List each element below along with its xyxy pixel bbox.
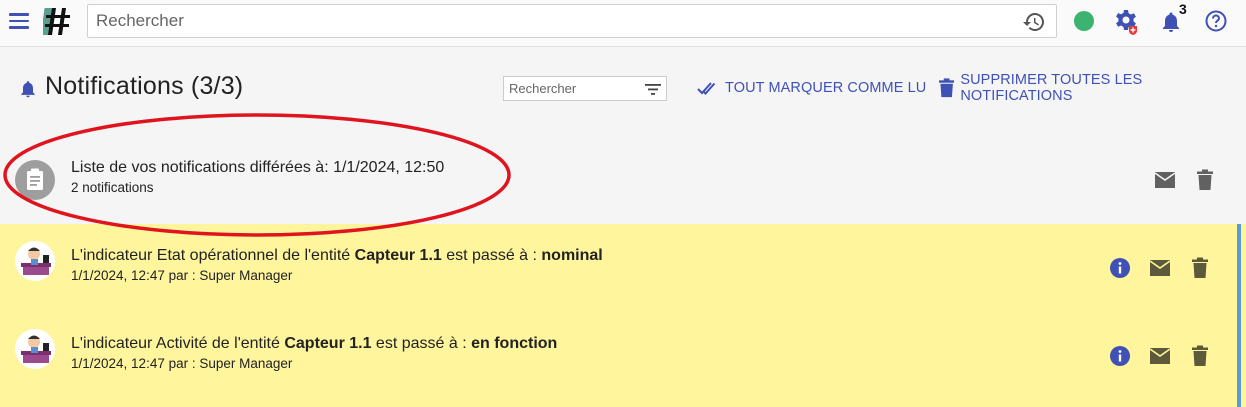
info-icon[interactable] — [1108, 344, 1132, 368]
notification-middle: est passé à : — [441, 247, 542, 264]
delete-icon[interactable] — [1193, 168, 1217, 192]
notification-search-input[interactable] — [504, 77, 639, 100]
notification-meta: 1/1/2024, 12:47 par : Super Manager — [71, 268, 293, 283]
notification-text: L'indicateur Activité de l'entité Capteu… — [71, 335, 557, 353]
deferred-title: Liste de vos notifications différées à: … — [71, 159, 445, 176]
global-search[interactable] — [87, 4, 1057, 38]
notification-value: nominal — [541, 247, 603, 264]
notification-prefix: L'indicateur Etat opérationnel de l'enti… — [71, 247, 355, 264]
notification-prefix: L'indicateur Activité de l'entité — [71, 335, 285, 352]
notification-item[interactable]: L'indicateur Activité de l'entité Capteu… — [0, 312, 1246, 407]
manager-avatar-icon — [15, 241, 55, 281]
deferred-notifications-row[interactable]: Liste de vos notifications différées à: … — [0, 136, 1246, 224]
manager-avatar-icon — [15, 329, 55, 369]
trash-icon — [939, 78, 955, 98]
notification-meta: 1/1/2024, 12:47 par : Super Manager — [71, 356, 293, 371]
settings-gear-icon[interactable] — [1113, 9, 1139, 35]
delete-all-button[interactable]: SUPPRIMER TOUTES LES NOTIFICATIONS — [939, 72, 1246, 104]
top-bar: 3 — [0, 0, 1246, 47]
notification-count-badge: 3 — [1179, 1, 1187, 17]
scroll-accent-bar — [1237, 224, 1241, 407]
notification-filter[interactable] — [503, 76, 667, 101]
page-title: Notifications (3/3) — [45, 72, 244, 100]
delete-all-label: SUPPRIMER TOUTES LES NOTIFICATIONS — [960, 72, 1143, 104]
mail-icon[interactable] — [1148, 344, 1172, 368]
info-icon[interactable] — [1108, 256, 1132, 280]
notification-item[interactable]: L'indicateur Etat opérationnel de l'enti… — [0, 224, 1246, 312]
notification-entity: Capteur 1.1 — [354, 247, 442, 264]
delete-icon[interactable] — [1188, 256, 1212, 280]
user-avatar — [15, 329, 55, 369]
menu-icon[interactable] — [9, 12, 29, 30]
help-icon[interactable] — [1205, 10, 1227, 32]
app-logo[interactable] — [43, 5, 73, 37]
clipboard-avatar — [15, 160, 55, 200]
user-avatar — [15, 241, 55, 281]
global-search-input[interactable] — [88, 5, 1008, 37]
clipboard-icon — [27, 168, 43, 190]
history-icon[interactable] — [1022, 10, 1046, 34]
notification-value: en fonction — [471, 335, 558, 352]
notification-entity: Capteur 1.1 — [284, 335, 372, 352]
mail-icon[interactable] — [1153, 168, 1177, 192]
notification-text: L'indicateur Etat opérationnel de l'enti… — [71, 247, 603, 265]
mark-all-read-label: TOUT MARQUER COMME LU — [725, 80, 927, 96]
status-indicator[interactable] — [1074, 11, 1094, 31]
notification-middle: est passé à : — [371, 335, 472, 352]
mail-icon[interactable] — [1148, 256, 1172, 280]
filter-icon[interactable] — [644, 80, 662, 98]
mark-all-read-button[interactable]: TOUT MARQUER COMME LU — [697, 78, 926, 98]
deferred-count: 2 notifications — [71, 180, 154, 195]
delete-icon[interactable] — [1188, 344, 1212, 368]
double-check-icon — [697, 82, 716, 95]
title-bell-icon — [21, 81, 35, 98]
